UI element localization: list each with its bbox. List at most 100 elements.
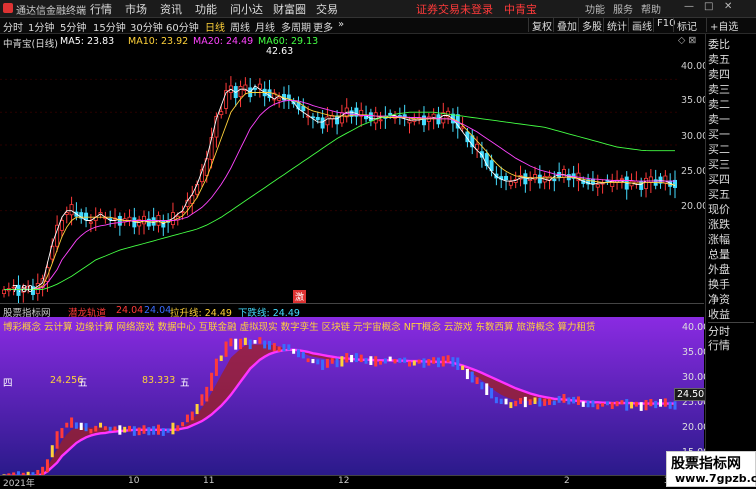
period-tab-30min[interactable]: 30分钟 bbox=[130, 19, 163, 34]
chart-settings-icon[interactable]: ◇ ⊠ bbox=[678, 35, 696, 46]
side-item-sell3[interactable]: 卖三 bbox=[708, 81, 730, 97]
indicator-candle bbox=[123, 426, 127, 433]
app-logo-icon bbox=[3, 3, 13, 13]
candle-body bbox=[277, 97, 282, 101]
side-item-buy5[interactable]: 买五 bbox=[708, 186, 730, 202]
toolbar-draw-button[interactable]: 画线 bbox=[628, 18, 655, 33]
window-function-button[interactable]: 功能 bbox=[585, 1, 605, 16]
x-label-10: 10 bbox=[128, 476, 140, 486]
toolbar-overlay-button[interactable]: 叠加 bbox=[553, 18, 580, 33]
candle-body bbox=[648, 176, 653, 183]
side-tab-quote[interactable]: 行情 bbox=[708, 337, 730, 353]
side-item-buy4[interactable]: 买四 bbox=[708, 171, 730, 187]
indicator-candle bbox=[330, 358, 334, 364]
x-label-2: 2 bbox=[564, 476, 570, 486]
signal-marker[interactable]: 激 bbox=[293, 290, 307, 303]
indicator-candle bbox=[311, 358, 315, 364]
high-price-label: 42.63 bbox=[266, 46, 294, 57]
period-tab-weekly[interactable]: 周线 bbox=[230, 19, 250, 34]
indicator-candle bbox=[321, 359, 325, 370]
stat-suffix-2: 五 bbox=[180, 378, 190, 389]
candle-body bbox=[59, 220, 64, 231]
indicator-chart[interactable]: 博彩概念 云计算 边缘计算 网络游戏 数据中心 互联金融 虚拟现实 数字孪生 区… bbox=[0, 317, 709, 482]
indicator-candle bbox=[354, 353, 358, 363]
period-tab-60min[interactable]: 60分钟 bbox=[166, 19, 199, 34]
indicator-candle bbox=[205, 386, 209, 402]
side-item-turnover[interactable]: 换手 bbox=[708, 276, 730, 292]
side-item-sell5[interactable]: 卖五 bbox=[708, 51, 730, 67]
side-item-earnings[interactable]: 收益 bbox=[708, 306, 730, 322]
login-status[interactable]: 证券交易未登录 bbox=[416, 1, 493, 17]
period-tab-monthly[interactable]: 月线 bbox=[255, 19, 275, 34]
indicator-candle bbox=[132, 426, 136, 436]
menu-item-wealth[interactable]: 财富圈 bbox=[273, 1, 306, 17]
side-item-buy2[interactable]: 买二 bbox=[708, 141, 730, 157]
toolbar-mark-button[interactable]: 标记 bbox=[673, 18, 700, 33]
candle-body bbox=[421, 115, 426, 126]
side-item-change-pct[interactable]: 涨幅 bbox=[708, 231, 730, 247]
period-tab-intraday[interactable]: 分时 bbox=[3, 19, 23, 34]
period-tab-5min[interactable]: 5分钟 bbox=[60, 19, 86, 34]
window-help-button[interactable]: 帮助 bbox=[641, 1, 661, 16]
close-icon[interactable]: ✕ bbox=[724, 1, 732, 12]
indicator-candle bbox=[195, 404, 199, 415]
maximize-icon[interactable]: □ bbox=[704, 1, 713, 12]
stock-period-label: 中青宝(日线) bbox=[3, 39, 58, 50]
period-tab-daily[interactable]: 日线 bbox=[205, 19, 225, 34]
side-item-sell4[interactable]: 卖四 bbox=[708, 66, 730, 82]
indicator-candle bbox=[374, 356, 378, 367]
main-kline-chart[interactable]: 中青宝(日线) MA5: 23.83 MA10: 23.92 MA20: 24.… bbox=[0, 34, 708, 305]
side-item-weibi[interactable]: 委比 bbox=[708, 36, 730, 52]
indicator-candle bbox=[538, 397, 542, 407]
toolbar-stats-button[interactable]: 统计 bbox=[603, 18, 630, 33]
menu-item-news[interactable]: 资讯 bbox=[160, 1, 182, 17]
indicator-candle bbox=[156, 424, 160, 435]
menu-item-function[interactable]: 功能 bbox=[195, 1, 217, 17]
period-tab-more[interactable]: 更多 bbox=[313, 19, 333, 34]
menu-item-ask[interactable]: 问小达 bbox=[230, 1, 263, 17]
toolbar-multistock-button[interactable]: 多股 bbox=[578, 18, 605, 33]
indicator-candle bbox=[340, 356, 344, 367]
window-service-button[interactable]: 服务 bbox=[613, 1, 633, 16]
candle-body bbox=[552, 178, 557, 182]
indicator-candle bbox=[673, 401, 677, 410]
indicator-candle bbox=[523, 396, 527, 408]
menu-item-market[interactable]: 行情 bbox=[90, 1, 112, 17]
menu-item-trade[interactable]: 交易 bbox=[316, 1, 338, 17]
side-item-change[interactable]: 涨跌 bbox=[708, 216, 730, 232]
indicator-candle bbox=[282, 344, 286, 352]
side-item-buy3[interactable]: 买三 bbox=[708, 156, 730, 172]
side-item-volume[interactable]: 总量 bbox=[708, 246, 730, 262]
side-item-netasset[interactable]: 净资 bbox=[708, 291, 730, 307]
period-tab-multi[interactable]: 多周期 bbox=[281, 19, 311, 34]
period-tab-1min[interactable]: 1分钟 bbox=[28, 19, 54, 34]
indicator-candle bbox=[596, 404, 600, 410]
side-item-buy1[interactable]: 买一 bbox=[708, 126, 730, 142]
indicator-candle bbox=[398, 358, 402, 363]
side-item-sell1[interactable]: 卖一 bbox=[708, 111, 730, 127]
watermark-url: www.7gpzb.com bbox=[675, 472, 756, 485]
side-item-outer[interactable]: 外盘 bbox=[708, 261, 730, 277]
indicator-candle bbox=[369, 356, 373, 365]
title-stock-name: 中青宝 bbox=[504, 3, 537, 16]
period-tab-15min[interactable]: 15分钟 bbox=[93, 19, 126, 34]
more-chevron-icon[interactable]: » bbox=[338, 19, 344, 30]
indicator-candle bbox=[219, 355, 223, 361]
indicator-candle bbox=[509, 402, 513, 409]
indicator-candle bbox=[668, 401, 672, 409]
toolbar-adjust-button[interactable]: 复权 bbox=[528, 18, 555, 33]
indicator-candle bbox=[547, 398, 551, 405]
x-label-11: 11 bbox=[203, 476, 215, 486]
side-item-sell2[interactable]: 卖二 bbox=[708, 96, 730, 112]
indicator-candle bbox=[50, 445, 54, 458]
menu-item-markets[interactable]: 市场 bbox=[125, 1, 147, 17]
side-item-price[interactable]: 现价 bbox=[708, 201, 730, 217]
candle-body bbox=[117, 215, 122, 226]
indicator-candle bbox=[70, 417, 74, 428]
indicator-candle bbox=[432, 357, 436, 364]
indicator-candle bbox=[383, 358, 387, 364]
minimize-icon[interactable]: — bbox=[684, 1, 694, 12]
indicator-candle bbox=[345, 353, 349, 363]
toolbar-add-watchlist-button[interactable]: +自选 bbox=[706, 18, 741, 33]
indicator-candle bbox=[393, 359, 397, 364]
